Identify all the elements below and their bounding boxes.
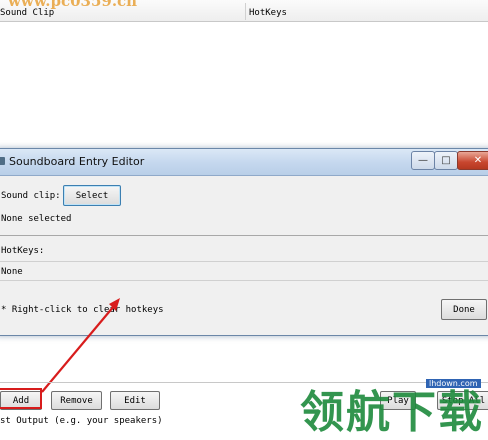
annotation-arrow xyxy=(41,298,120,393)
edit-button[interactable]: Edit xyxy=(110,391,160,410)
add-button-highlight xyxy=(0,388,42,409)
remove-button[interactable]: Remove xyxy=(51,391,102,410)
brand-watermark-url: lhdown.com xyxy=(426,379,481,388)
arrow-shaft xyxy=(41,305,115,393)
output-device-label: st Output (e.g. your speakers) xyxy=(0,416,163,426)
